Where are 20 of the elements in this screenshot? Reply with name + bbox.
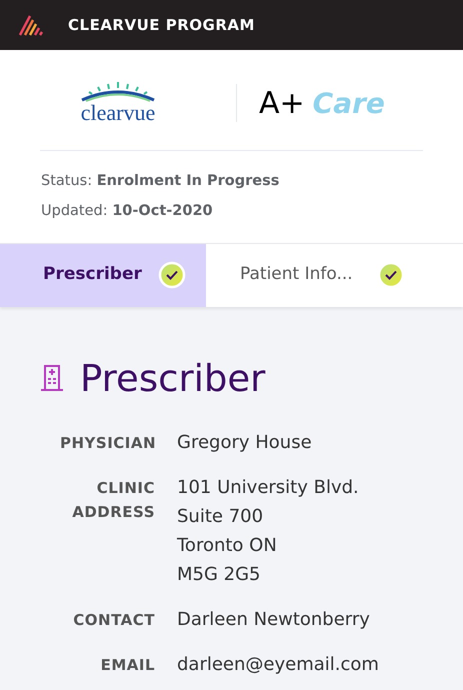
field-label: CONTACT <box>72 610 155 631</box>
section-title: Prescriber <box>80 356 266 402</box>
field-value: M5G 2G5 <box>177 563 262 587</box>
field-label: EMAIL <box>100 655 155 676</box>
app-title: CLEARVUE PROGRAM <box>68 14 255 36</box>
field-value: darleen@eyemail.com <box>177 653 379 677</box>
tab[interactable]: Patient Info... <box>206 244 463 306</box>
tab[interactable]: Prescriber <box>0 244 206 306</box>
field-value: Suite 700 <box>177 505 264 529</box>
care-logo: A+ Care <box>258 84 385 122</box>
field-value: Toronto ON <box>177 534 278 558</box>
field-value: 101 University Blvd. <box>177 476 359 500</box>
field-label: CLINIC ADDRESS <box>71 478 155 523</box>
building-icon <box>40 364 64 392</box>
field-label: PHYSICIAN <box>59 433 155 454</box>
clearvue-logo: clearvue <box>0 82 236 124</box>
field-value: Gregory House <box>177 431 312 455</box>
status-line: Status: Enrolment In Progress <box>41 172 280 191</box>
field-value: Darleen Newtonberry <box>177 608 370 632</box>
status-line: Updated: 10-Oct-2020 <box>41 202 214 221</box>
